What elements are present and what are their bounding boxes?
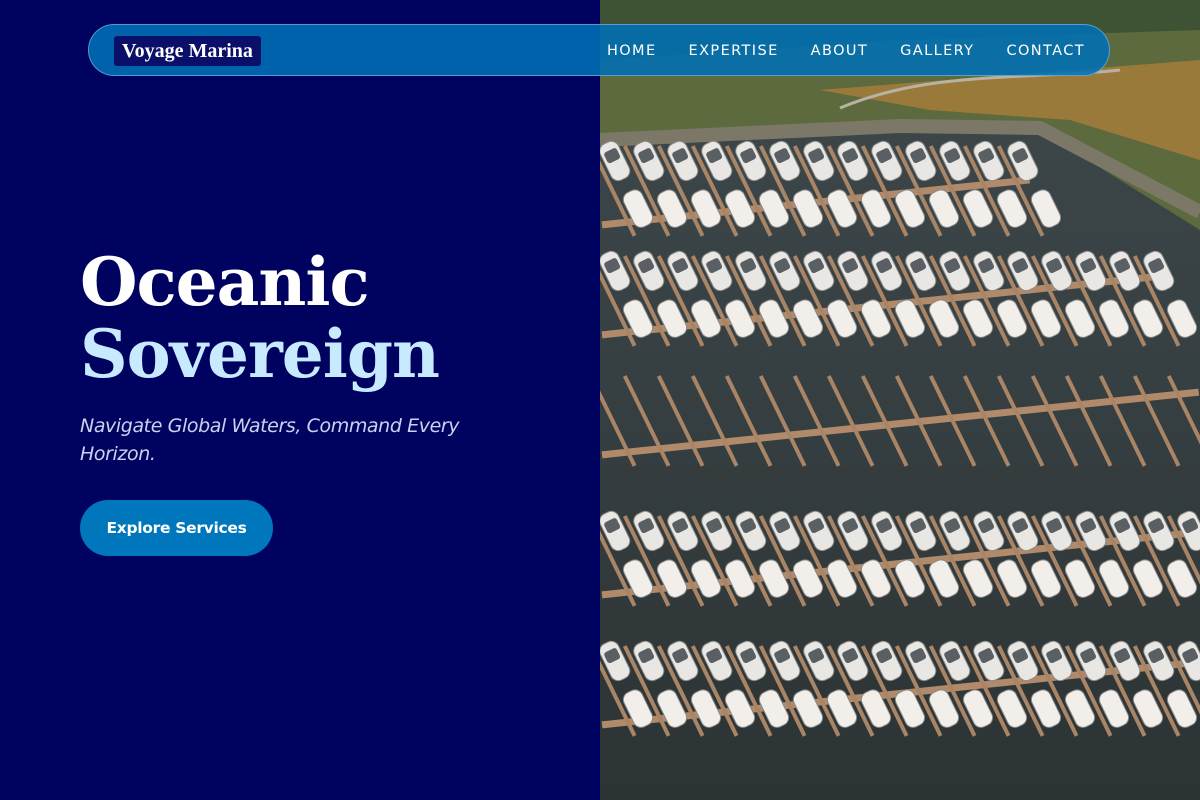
nav-link-gallery[interactable]: GALLERY	[900, 43, 974, 59]
hero-title-line2: Sovereign	[80, 315, 440, 393]
nav-link-about[interactable]: ABOUT	[811, 43, 869, 59]
hero-title: Oceanic Sovereign	[80, 243, 440, 393]
nav-link-home[interactable]: HOME	[607, 43, 657, 59]
hero-panel: Oceanic Sovereign Navigate Global Waters…	[0, 0, 600, 800]
hero-tagline: Navigate Global Waters, Command Every Ho…	[80, 415, 460, 465]
nav-link-expertise[interactable]: EXPERTISE	[689, 43, 779, 59]
nav-link-contact[interactable]: CONTACT	[1006, 43, 1085, 59]
explore-services-button[interactable]: Explore Services	[80, 500, 273, 556]
brand-logo[interactable]: Voyage Marina	[114, 36, 261, 66]
nav-links: HOME EXPERTISE ABOUT GALLERY CONTACT	[575, 25, 1085, 77]
top-navbar: Voyage Marina HOME EXPERTISE ABOUT GALLE…	[88, 24, 1110, 76]
hero-title-line1: Oceanic	[80, 243, 370, 321]
marina-aerial-image	[600, 0, 1200, 800]
